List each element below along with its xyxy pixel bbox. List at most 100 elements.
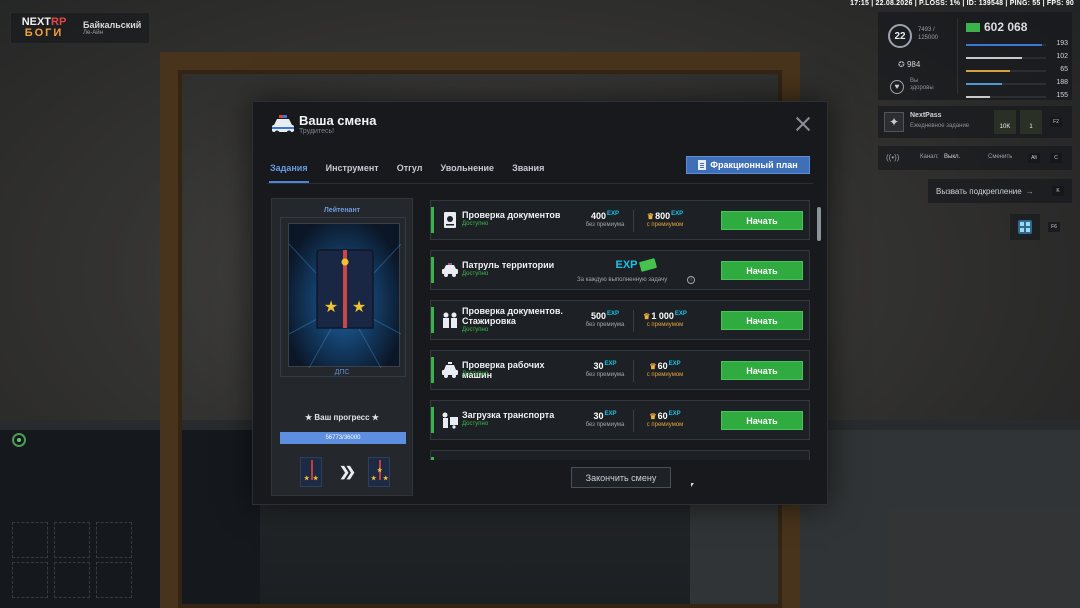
next-rank-icon: ★ ★ ★ [367, 457, 390, 487]
stat-bar [966, 70, 1046, 72]
modal-tabs: Задания Инструмент Отгул Увольнение Зван… [269, 160, 553, 184]
task-exp-reward: EXP [615, 259, 638, 271]
current-rank-icon: ★ ★ [300, 457, 322, 487]
rank-progress-text: 56773/36000 [325, 435, 361, 441]
hud-status-bar: 17:15 | 22.08.2026 | P.LOSS: 1% | ID: 13… [850, 0, 1074, 7]
crown-icon: ♛ [649, 362, 657, 371]
task-base-reward: 30EXP без премиума [585, 361, 625, 378]
task-name: Проверка документов [462, 210, 561, 220]
stat-bar [966, 44, 1046, 46]
start-task-button[interactable]: Начать [721, 311, 803, 330]
channel-value: Выкл. [944, 154, 961, 160]
task-status: Доступно [462, 271, 489, 277]
info-icon[interactable]: i [687, 276, 695, 284]
tab-ranks[interactable]: Звания [503, 160, 553, 184]
nextpass-subtitle: Ежедневное задание [910, 123, 970, 129]
start-task-button[interactable]: Начать [721, 261, 803, 280]
cash-icon [966, 23, 980, 33]
next-rank-preview: ★ ★ ❯❯ ★ ★ ★ [300, 457, 390, 487]
task-base-reward: 400EXP без премиума [585, 211, 625, 228]
task-status: Доступно [462, 221, 489, 227]
mouse-cursor [691, 483, 694, 487]
task-row: Патруль территории Доступно EXP За каждую в… [430, 250, 810, 290]
crown-icon: ♛ [646, 212, 655, 221]
nextpass-hotkey: F2 [1050, 117, 1062, 127]
police-car-icon [440, 260, 460, 280]
task-premium-reward: ♛60EXP с премиумом [646, 411, 684, 428]
tab-dayoff[interactable]: Отгул [388, 160, 432, 184]
stat-value: 102 [1056, 53, 1068, 60]
inventory-slot[interactable] [54, 522, 90, 558]
scroll-thumb[interactable] [817, 207, 821, 241]
task-row: Проверка документов. Стажировка Доступно 5… [430, 300, 810, 340]
stat-bar [966, 83, 1046, 85]
task-accent [431, 307, 434, 333]
stat-value: 155 [1056, 92, 1068, 99]
tablet-icon [1018, 220, 1032, 234]
backup-hotkey: K [1052, 186, 1064, 196]
task-status: Доступно [462, 421, 489, 427]
nextpass-panel[interactable]: ✦ NextPass Ежедневное задание 10K 1 F2 [878, 106, 1072, 138]
inventory-slot[interactable] [96, 562, 132, 598]
game-logo: NEXTRP БОГИ [21, 16, 67, 39]
heart-icon: ♥ [890, 80, 904, 94]
progress-label: ★ Ваш прогресс ★ [305, 413, 379, 422]
close-icon[interactable] [795, 116, 811, 132]
radar-icon [12, 433, 26, 447]
channel-key-c: C [1050, 153, 1062, 163]
reward-divider [633, 310, 634, 332]
call-backup-button[interactable]: Вызвать подкрепление → K [928, 179, 1072, 203]
server-name: Байкальский [83, 20, 142, 30]
task-status: Доступно [462, 371, 489, 377]
task-base-reward: 30EXP без премиума [585, 411, 625, 428]
task-name: Проверка документов. Стажировка [462, 306, 563, 326]
epaulette-icon: ★ ★ [288, 243, 402, 369]
tab-resignation[interactable]: Увольнение [431, 160, 503, 184]
level-exp: 7493 /125000 [918, 27, 939, 41]
end-shift-button[interactable]: Закончить смену [571, 467, 671, 488]
chevron-right-icon: ❯❯ [339, 464, 356, 479]
radio-channel-panel[interactable]: ((•)) Канал: Выкл. Сменить Alt C [878, 146, 1072, 170]
arrow-right-icon: → [1025, 186, 1034, 196]
modal-header: Ваша смена Трудитесь! [253, 102, 827, 150]
nextpass-reward-ticket: 1 [1020, 110, 1042, 134]
rank-card: Лейтенант ★ ★ ДПС ★ Ваш прогресс ★ 56773… [271, 198, 413, 496]
modal-subtitle: Трудитесь! [299, 128, 335, 135]
car-check-icon [440, 360, 460, 380]
shift-modal: Ваша смена Трудитесь! Задания Инструмент… [252, 101, 828, 505]
crown-icon: ♛ [649, 412, 657, 421]
task-accent [431, 257, 434, 283]
rank-progress-bar: 56773/36000 [280, 432, 406, 444]
start-task-button[interactable]: Начать [721, 411, 803, 430]
rating-value: ✪ 984 [898, 60, 921, 69]
channel-key-alt: Alt [1028, 153, 1040, 163]
stat-bar [966, 96, 1046, 98]
task-list: Проверка документов Доступно 400EXP без пре… [430, 200, 810, 460]
tab-tasks[interactable]: Задания [269, 160, 317, 184]
rank-title: Лейтенант [323, 207, 361, 214]
task-scrollbar[interactable] [817, 207, 821, 462]
start-task-button[interactable]: Начать [721, 361, 803, 380]
stat-value: 65 [1060, 66, 1068, 73]
inventory-slot[interactable] [96, 522, 132, 558]
tab-tools[interactable]: Инструмент [317, 160, 388, 184]
task-accent [431, 357, 434, 383]
radio-icon: ((•)) [886, 153, 900, 162]
nextpass-reward-cash: 10K [994, 110, 1016, 134]
start-task-button[interactable]: Начать [721, 211, 803, 230]
inventory-slot[interactable] [54, 562, 90, 598]
rank-department: ДПС [334, 369, 350, 376]
phone-button[interactable] [1010, 214, 1040, 240]
tabs-divider [267, 183, 813, 184]
task-name: Патруль территории [462, 260, 555, 270]
faction-plan-button[interactable]: Фракционный план [686, 156, 810, 174]
task-base-reward: 500EXP без премиума [585, 311, 625, 328]
task-name: Проверка рабочих машин [462, 360, 545, 380]
reward-divider [633, 360, 634, 382]
crown-icon: ♛ [643, 312, 651, 321]
inventory-slot[interactable] [12, 562, 48, 598]
level-badge: 22 [888, 24, 912, 48]
task-row: Загрузка транспорта Доступно 30EXP без прем… [430, 400, 810, 440]
inventory-slot[interactable] [12, 522, 48, 558]
officers-icon [440, 310, 460, 330]
